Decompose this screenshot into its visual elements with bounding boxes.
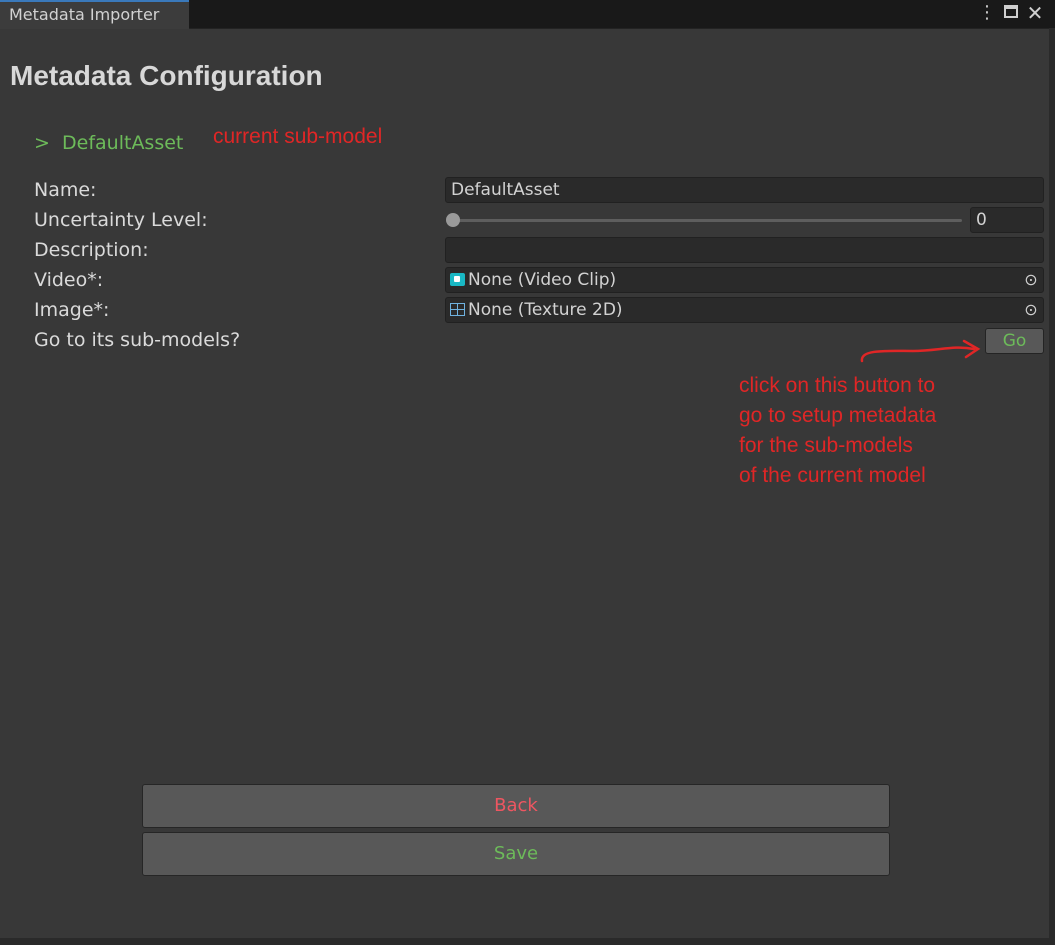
name-field[interactable]: DefaultAsset [445,177,1044,203]
object-picker-icon[interactable]: ⊙ [1021,300,1041,320]
back-button[interactable]: Back [142,784,890,828]
annotation-current-submodel: current sub-model [213,125,383,148]
uncertainty-slider-track[interactable] [453,219,962,222]
video-clip-icon [450,273,465,286]
window-tab-bar: Metadata Importer ⋮ ✕ [0,0,1055,29]
annotation-arrow-icon [860,339,981,363]
window-bottom-edge [0,938,1055,945]
annotation-go-line: for the sub-models [739,434,913,457]
description-label: Description: [34,239,149,261]
image-label: Image*: [34,299,110,321]
annotation-go-line: go to setup metadata [739,404,937,427]
go-button[interactable]: Go [985,328,1044,354]
save-button[interactable]: Save [142,832,890,876]
uncertainty-number-field[interactable]: 0 [970,207,1044,233]
breadcrumb-chevron: > [34,132,50,154]
breadcrumb-current[interactable]: DefaultAsset [62,132,183,154]
close-icon[interactable]: ✕ [1026,2,1044,24]
name-label: Name: [34,179,97,201]
annotation-go-line: click on this button to [739,374,936,397]
maximize-icon[interactable] [1004,5,1018,18]
image-object-field[interactable]: None (Texture 2D) ⊙ [445,297,1044,323]
video-label: Video*: [34,269,104,291]
submodels-label: Go to its sub-models? [34,329,241,351]
image-field-value: None (Texture 2D) [468,300,623,320]
window-tab[interactable]: Metadata Importer [0,0,189,29]
page-title: Metadata Configuration [10,60,323,91]
video-field-value: None (Video Clip) [468,270,617,290]
texture-2d-icon [450,303,465,316]
annotation-go-hint: click on this button to go to setup meta… [739,371,936,491]
uncertainty-label: Uncertainty Level: [34,209,208,231]
video-object-field[interactable]: None (Video Clip) ⊙ [445,267,1044,293]
breadcrumb: > DefaultAsset [34,132,183,154]
annotation-go-line: of the current model [739,464,926,487]
description-field[interactable] [445,237,1044,263]
uncertainty-slider-thumb[interactable] [446,213,460,227]
vertical-dots-icon[interactable]: ⋮ [978,2,996,24]
object-picker-icon[interactable]: ⊙ [1021,270,1041,290]
window-edge [1049,28,1055,940]
